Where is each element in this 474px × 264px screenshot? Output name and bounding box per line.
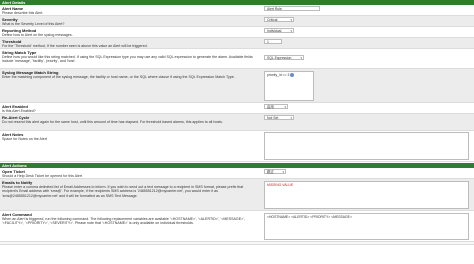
- string-match-type-select[interactable]: SQL Expression ▾: [264, 55, 304, 60]
- chevron-down-icon: ▾: [284, 105, 286, 109]
- open-ticket-value: 跳过: [267, 170, 274, 174]
- severity-select[interactable]: Critical ▾: [264, 17, 294, 22]
- desc-reporting-method: Define how to Alert on the syslog messag…: [2, 33, 73, 37]
- row-alert-command: Alert Command When an Alert is triggered,…: [0, 211, 474, 242]
- chevron-down-icon: ▾: [282, 170, 284, 174]
- alert-notes-textarea[interactable]: [264, 132, 469, 160]
- syslog-match-string-textarea[interactable]: priority_id <= 3: [264, 71, 314, 101]
- desc-alert-notes: Space for Notes on the Alert: [2, 137, 47, 141]
- row-alert-enabled: Alert Enabled Is this Alert Enabled? 启用 ▾: [0, 103, 474, 114]
- row-alert-name: Alert Name Please describe this Alert. Al…: [0, 5, 474, 16]
- desc-alert-name: Please describe this Alert.: [2, 11, 44, 15]
- alert-enabled-select[interactable]: 启用 ▾: [264, 104, 288, 109]
- row-re-alert-cycle: Re-Alert Cycle Do not resend this alert a…: [0, 114, 474, 131]
- row-severity: Severity What is the Severity Level of th…: [0, 16, 474, 27]
- desc-severity: What is the Severity Level of this Alert…: [2, 22, 65, 26]
- row-syslog-match-string: Syslog Message Match String Enter the mat…: [0, 69, 474, 103]
- string-match-type-value: SQL Expression: [267, 56, 292, 60]
- row-string-match-type: String Match Type Define how you would li…: [0, 49, 474, 69]
- emails-to-notify-textarea[interactable]: MISSING VALUE: [264, 181, 469, 209]
- desc-threshold: For the 'Threshold' method, If the numbe…: [2, 44, 148, 48]
- alert-edit-page: Alert Details Alert Name Please describe …: [0, 0, 474, 264]
- chevron-down-icon: ▾: [300, 56, 302, 60]
- edit-icon: [290, 73, 295, 77]
- emails-to-notify-value: MISSING VALUE: [267, 183, 294, 187]
- alert-command-value: <HOSTNAME> <ALERTID> <PRIORITY> <MESSAGE…: [267, 215, 352, 219]
- desc-open-ticket: Should a Help Desk Ticket be opened for …: [2, 174, 83, 178]
- row-reporting-method: Reporting Method Define how to Alert on t…: [0, 27, 474, 38]
- chevron-down-icon: ▾: [290, 29, 292, 33]
- syslog-match-string-value: priority_id <= 3: [267, 73, 290, 77]
- row-emails-to-notify: Emails to Notify Please enter a comma del…: [0, 179, 474, 211]
- open-ticket-select[interactable]: 跳过 ▾: [264, 169, 286, 174]
- alert-command-textarea[interactable]: <HOSTNAME> <ALERTID> <PRIORITY> <MESSAGE…: [264, 213, 469, 240]
- desc-alert-command: When an Alert is triggered, run the foll…: [2, 217, 245, 226]
- alert-enabled-value: 启用: [267, 105, 274, 109]
- threshold-input[interactable]: 1: [264, 39, 282, 44]
- reporting-method-select[interactable]: Individual ▾: [264, 28, 294, 33]
- re-alert-cycle-value: Not Set: [267, 116, 279, 120]
- row-open-ticket: Open Ticket Should a Help Desk Ticket be …: [0, 168, 474, 179]
- desc-syslog-match-string: Enter the matching component of the sysl…: [2, 75, 235, 79]
- desc-alert-enabled: Is this Alert Enabled?: [2, 109, 36, 113]
- desc-re-alert-cycle: Do not resend this alert again for the s…: [2, 120, 223, 124]
- alert-name-input[interactable]: Alert Rule: [264, 6, 320, 11]
- row-threshold: Threshold For the 'Threshold' method, If …: [0, 38, 474, 49]
- row-alert-notes: Alert Notes Space for Notes on the Alert: [0, 131, 474, 162]
- chevron-down-icon: ▾: [290, 18, 292, 22]
- chevron-down-icon: ▾: [290, 116, 292, 120]
- desc-emails-to-notify: Please enter a comma delimited list of E…: [2, 185, 244, 198]
- severity-value: Critical: [267, 18, 278, 22]
- reporting-method-value: Individual: [267, 29, 282, 33]
- re-alert-cycle-select[interactable]: Not Set ▾: [264, 115, 294, 120]
- footer-bar: [0, 242, 474, 245]
- desc-string-match-type: Define how you would like this string ma…: [2, 55, 253, 64]
